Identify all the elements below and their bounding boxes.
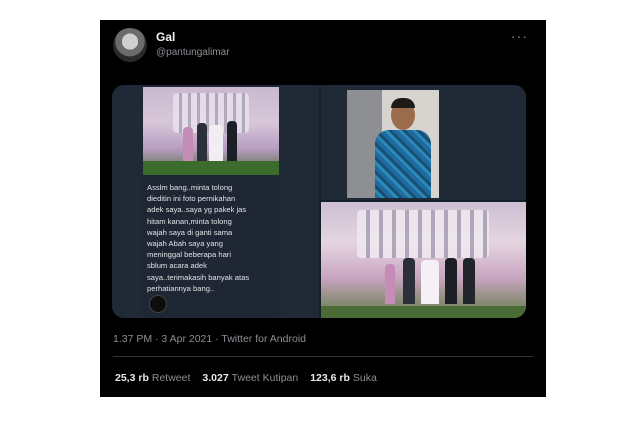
person-figure bbox=[403, 258, 415, 304]
media-image-chat-screenshot[interactable]: Asslm bang..minta tolong dieditin ini fo… bbox=[112, 85, 319, 318]
author-handle[interactable]: @pantungalimar bbox=[156, 47, 230, 58]
retweet-label: Retweet bbox=[151, 372, 191, 384]
wedding-photo-thumbnail bbox=[143, 87, 279, 175]
like-stat[interactable]: 123,6 rb Suka bbox=[310, 372, 377, 384]
tweet-card: Gal @pantungalimar ··· Asslm bang..minta… bbox=[100, 20, 546, 397]
quote-tweet-stat[interactable]: 3.027 Tweet Kutipan bbox=[202, 372, 298, 384]
person-figure bbox=[445, 258, 457, 304]
like-count: 123,6 rb bbox=[310, 372, 350, 384]
tweet-stats: 25,3 rb Retweet 3.027 Tweet Kutipan 123,6 … bbox=[115, 372, 377, 384]
person-figure bbox=[209, 125, 223, 161]
media-image-portrait[interactable] bbox=[321, 85, 526, 200]
decor-panels bbox=[357, 210, 489, 258]
person-figure bbox=[197, 123, 207, 161]
quote-tweet-label: Tweet Kutipan bbox=[231, 372, 299, 384]
person-figure bbox=[463, 258, 475, 304]
media-grid[interactable]: Asslm bang..minta tolong dieditin ini fo… bbox=[112, 85, 526, 318]
quote-tweet-count: 3.027 bbox=[202, 372, 229, 384]
person-hair bbox=[391, 98, 415, 108]
chat-message: Asslm bang..minta tolong dieditin ini fo… bbox=[141, 85, 281, 317]
portrait-photo bbox=[347, 90, 439, 198]
retweet-stat[interactable]: 25,3 rb Retweet bbox=[115, 372, 190, 384]
sender-avatar bbox=[149, 295, 167, 313]
retweet-count: 25,3 rb bbox=[115, 372, 149, 384]
chat-message-text: Asslm bang..minta tolong dieditin ini fo… bbox=[147, 183, 250, 293]
batik-shirt bbox=[375, 130, 431, 198]
person-figure bbox=[227, 121, 237, 161]
flower-decor bbox=[321, 306, 526, 318]
media-image-wedding-edited[interactable] bbox=[321, 202, 526, 318]
author-name[interactable]: Gal bbox=[156, 30, 175, 44]
wedding-photo bbox=[321, 202, 526, 318]
person-figure bbox=[385, 264, 395, 304]
more-options-icon[interactable]: ··· bbox=[511, 28, 528, 44]
person-figure bbox=[183, 127, 193, 161]
divider bbox=[113, 356, 533, 357]
like-label: Suka bbox=[352, 372, 377, 384]
person-figure bbox=[421, 260, 439, 304]
tweet-timestamp[interactable]: 1.37 PM · 3 Apr 2021 · Twitter for Andro… bbox=[113, 333, 306, 345]
author-avatar[interactable] bbox=[113, 28, 147, 62]
flower-decor bbox=[143, 161, 279, 175]
